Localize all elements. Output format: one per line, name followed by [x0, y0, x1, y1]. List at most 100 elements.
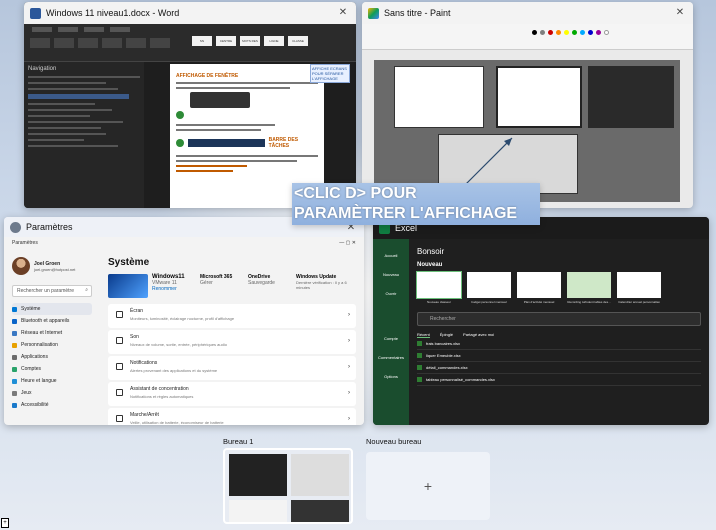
- word-app-icon: [30, 7, 41, 19]
- chevron-right-icon: ›: [348, 390, 350, 396]
- bell-icon: [116, 363, 123, 370]
- sidebar-item-network[interactable]: Réseau et Internet: [12, 327, 92, 339]
- excel-greeting: Bonsoir: [417, 247, 445, 256]
- plus-icon: +: [423, 478, 433, 494]
- taskbar-image: [187, 139, 265, 147]
- desktop-1-label: Bureau 1: [223, 437, 254, 446]
- settings-inner-title: Paramètres: [12, 240, 38, 246]
- word-titlebar: Windows 11 niveau1.docx - Word ✕: [24, 2, 356, 24]
- template-plan[interactable]: Plan d'activité mensuel: [517, 272, 561, 304]
- file-row[interactable]: détail_commandes.xlsx: [417, 362, 701, 374]
- paint-close-icon[interactable]: ✕: [673, 6, 687, 20]
- file-row[interactable]: frais bancaires.xlsx: [417, 338, 701, 350]
- xlsx-icon: [417, 353, 422, 358]
- settings-sidebar: Joel Groen joel.groen@hotpost.net Recher…: [4, 253, 100, 425]
- chevron-right-icon: ›: [348, 364, 350, 370]
- settings-row-power[interactable]: Marche/Arrêt Veille, utilisation de batte…: [108, 408, 356, 425]
- excel-nav-feedback[interactable]: Commentaires: [373, 355, 409, 360]
- page-title: Système: [108, 257, 150, 268]
- ribbon-style-5[interactable]: CLASSE: [288, 36, 308, 46]
- settings-row-sound[interactable]: Son Niveaux de volume, sortie, entrée, pé…: [108, 330, 356, 354]
- word-window-title: Windows 11 niveau1.docx - Word: [46, 8, 180, 18]
- ribbon-style-2[interactable]: CENTRE: [216, 36, 236, 46]
- ms365-sub: Gérer: [200, 280, 213, 286]
- new-desktop-button[interactable]: +: [366, 452, 490, 520]
- gear-icon: [10, 221, 21, 233]
- excel-home: Bonsoir Nouveau Nouveau classeur budget …: [416, 247, 701, 386]
- settings-window-preview[interactable]: Paramètres ✕ Paramètres — ▢ ✕ Joel Groen…: [4, 217, 364, 425]
- excel-window-preview[interactable]: Excel Accueil Nouveau Ouvrir Compte Comm…: [373, 217, 709, 425]
- excel-nav-home[interactable]: Accueil: [373, 253, 409, 258]
- paint-canvas[interactable]: [374, 60, 680, 202]
- excel-templates: Nouveau classeur budget personnel mensue…: [416, 271, 701, 304]
- sidebar-item-bluetooth[interactable]: Bluetooth et appareils: [12, 315, 92, 327]
- paint-app-icon: [368, 7, 379, 19]
- mouse-cursor-icon: +: [1, 518, 9, 528]
- xlsx-icon: [417, 377, 422, 382]
- navigation-title: Navigation: [28, 66, 57, 72]
- excel-nav-new[interactable]: Nouveau: [373, 272, 409, 277]
- word-ribbon: SN CENTRE MOTS RES LIGNE CLASSE: [24, 24, 356, 62]
- rename-link[interactable]: Renommer: [152, 286, 196, 292]
- paint-window-preview[interactable]: Sans titre - Paint ✕: [362, 2, 693, 208]
- template-blank[interactable]: Nouveau classeur: [416, 271, 462, 304]
- excel-nav-open[interactable]: Ouvrir: [373, 291, 409, 296]
- update-sub: Dernière vérification : Il y a 6 minutes: [296, 280, 347, 290]
- canvas-word-thumb: [496, 66, 582, 128]
- excel-nav-options[interactable]: Options: [373, 374, 409, 379]
- search-icon: ⌕: [85, 287, 88, 293]
- doc-heading: AFFICHAGE DE FENÊTRE: [176, 73, 239, 79]
- file-row[interactable]: tableau personnalisé_commandes.xlsx: [417, 374, 701, 386]
- word-close-icon[interactable]: ✕: [336, 6, 350, 20]
- excel-new-label: Nouveau: [417, 262, 443, 268]
- settings-row-display[interactable]: Écran Moniteurs, luminosité, éclairage no…: [108, 304, 356, 328]
- callout-line-1: <CLIC D> POUR: [294, 185, 417, 202]
- keyboard-image: [190, 92, 250, 108]
- ribbon-style-1[interactable]: SN: [192, 36, 212, 46]
- canvas-settings-thumb: [394, 66, 484, 128]
- ribbon-style-3[interactable]: MOTS RES: [240, 36, 260, 46]
- check-icon: [176, 111, 184, 119]
- callout-line-2: PARAMÈTRER L'AFFICHAGE: [294, 205, 518, 222]
- file-row[interactable]: liquer Emeuble.xlsx: [417, 350, 701, 362]
- chevron-right-icon: ›: [348, 312, 350, 318]
- speaker-icon: [116, 337, 123, 344]
- avatar[interactable]: [12, 257, 30, 275]
- sidebar-item-accessibility[interactable]: Accessibilité: [12, 399, 92, 411]
- sidebar-item-accounts[interactable]: Comptes: [12, 363, 92, 375]
- settings-search-input[interactable]: Rechercher un paramètre ⌕: [12, 285, 92, 297]
- sidebar-item-system[interactable]: Système: [12, 303, 92, 315]
- template-calendar[interactable]: Calendrier annuel personnalisé: [617, 272, 661, 304]
- sidebar-item-apps[interactable]: Applications: [12, 351, 92, 363]
- settings-row-notifications[interactable]: Notifications Alertes provenant des appli…: [108, 356, 356, 380]
- template-budget[interactable]: budget personnel mensuel: [467, 272, 511, 304]
- system-summary: Windows11 VMware 11 Renommer Microsoft 3…: [108, 274, 356, 298]
- ribbon-style-4[interactable]: LIGNE: [264, 36, 284, 46]
- paint-window-title: Sans titre - Paint: [384, 8, 451, 18]
- pc-thumbnail: [108, 274, 148, 298]
- paint-titlebar: Sans titre - Paint ✕: [362, 2, 693, 24]
- settings-row-focus[interactable]: Assistant de concentration Notifications …: [108, 382, 356, 406]
- monitor-icon: [116, 311, 123, 318]
- instruction-callout: <CLIC D> POUR PARAMÈTRER L'AFFICHAGE: [292, 183, 540, 225]
- excel-nav-account[interactable]: Compte: [373, 336, 409, 341]
- moon-icon: [116, 389, 123, 396]
- tab-pinned[interactable]: Épinglé: [440, 332, 453, 338]
- settings-inner-titlebar: Paramètres — ▢ ✕: [12, 240, 356, 246]
- sidebar-item-time-language[interactable]: Heure et langue: [12, 375, 92, 387]
- desktop-2-label: Nouveau bureau: [366, 437, 422, 446]
- user-email: joel.groen@hotpost.net: [34, 266, 76, 272]
- doc-taskbar-heading: BARRE DES TÂCHES: [268, 137, 299, 149]
- xlsx-icon: [417, 365, 422, 370]
- sidebar-item-gaming[interactable]: Jeux: [12, 387, 92, 399]
- sidebar-item-personalization[interactable]: Personnalisation: [12, 339, 92, 351]
- word-navigation-pane: Navigation: [24, 62, 144, 208]
- tab-shared[interactable]: Partagé avec moi: [463, 332, 494, 338]
- desktop-1-thumbnail[interactable]: [223, 448, 353, 524]
- tab-recent[interactable]: Récent: [417, 332, 430, 338]
- excel-search-input[interactable]: Rechercher: [417, 312, 701, 326]
- doc-callout-note: AFFICHE ECRANS POUR SÉPARER L'AFFICHAGE: [310, 64, 350, 83]
- word-window-preview[interactable]: Windows 11 niveau1.docx - Word ✕ SN CENT…: [24, 2, 356, 208]
- template-recording[interactable]: Recording turbulent tables des...: [567, 272, 611, 304]
- xlsx-icon: [417, 341, 422, 346]
